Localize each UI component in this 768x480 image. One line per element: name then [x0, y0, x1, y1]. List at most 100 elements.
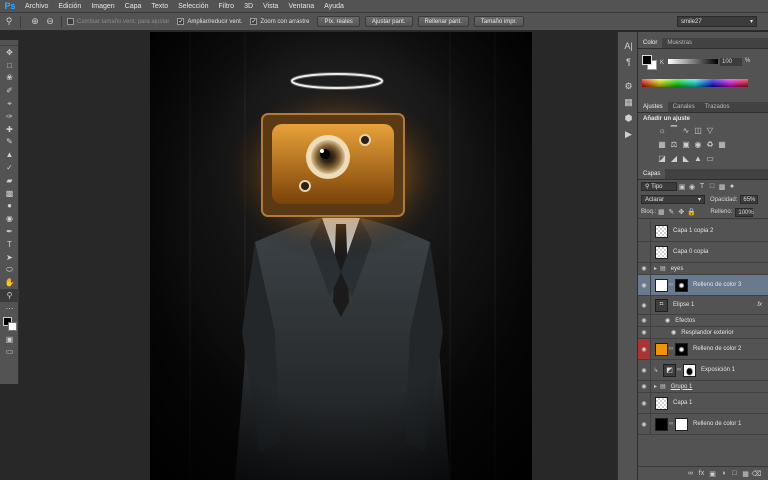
layer-mask-thumbnail[interactable]: [675, 278, 688, 292]
text-tool-icon[interactable]: T: [0, 238, 19, 251]
layer-name[interactable]: Relleno de color 2: [693, 346, 741, 352]
link-icon[interactable]: ∞: [668, 421, 674, 427]
levels-icon[interactable]: ▔: [668, 125, 680, 136]
eye-icon[interactable]: [638, 221, 651, 241]
cube-icon[interactable]: ⬢: [618, 110, 639, 126]
foreground-swatch[interactable]: [642, 55, 652, 65]
healing-brush-tool-icon[interactable]: ✚: [0, 123, 19, 136]
zoom-option-button[interactable]: Ajustar pant.: [364, 16, 413, 27]
menu-item[interactable]: Edición: [53, 0, 86, 13]
eye-icon[interactable]: ◉: [638, 381, 651, 392]
layer-thumbnail[interactable]: ◩: [663, 363, 676, 377]
layer-row[interactable]: ◉ ∞ Relleno de color 3: [638, 275, 768, 296]
eye-icon[interactable]: ◉: [638, 296, 651, 314]
layer-row[interactable]: ◉ ⌗ Elipse 1 fx: [638, 296, 768, 315]
layer-name[interactable]: Relleno de color 1: [693, 421, 741, 427]
zoom-option-button[interactable]: Rellenar pant.: [417, 16, 469, 27]
menu-item[interactable]: 3D: [239, 0, 258, 13]
zoom-tool-icon[interactable]: ⚲: [3, 16, 15, 28]
eraser-tool-icon[interactable]: ▰: [0, 174, 19, 187]
link-icon[interactable]: ∞: [668, 346, 674, 352]
layer-row[interactable]: ◉ ↳ ◩ ∞ Exposición 1: [638, 360, 768, 381]
menu-item[interactable]: Imagen: [86, 0, 119, 13]
eye-icon[interactable]: ◉: [638, 263, 651, 274]
black-white-icon[interactable]: ▣: [680, 139, 692, 150]
layer-name[interactable]: Relleno de color 3: [693, 282, 741, 288]
layer-name[interactable]: Resplandor exterior: [681, 330, 733, 336]
move-tool-icon[interactable]: ✥: [0, 46, 19, 59]
option-checkbox[interactable]: Cambiar tamaño vent. para ajustar: [67, 18, 169, 25]
lasso-tool-icon[interactable]: ❀: [0, 72, 19, 85]
tab-adjustments[interactable]: Ajustes: [638, 102, 668, 112]
tab-paths[interactable]: Trazados: [700, 102, 735, 112]
workspace-select[interactable]: smile27 ▾: [677, 16, 757, 27]
chevron-right-icon[interactable]: ▸: [654, 265, 657, 272]
tab-color[interactable]: Color: [638, 38, 663, 48]
layer-row[interactable]: ◉ ◉ Resplandor exterior: [638, 327, 768, 339]
brightness-icon[interactable]: ☼: [656, 125, 668, 136]
eye-icon[interactable]: ◉: [638, 339, 651, 359]
screen-mode-icon[interactable]: ▭: [0, 346, 19, 359]
color-balance-icon[interactable]: ⚖: [668, 139, 680, 150]
menu-item[interactable]: Archivo: [20, 0, 53, 13]
menu-item[interactable]: Ventana: [283, 0, 319, 13]
lock-image-icon[interactable]: ✎: [666, 208, 676, 216]
layer-row[interactable]: ◉ Capa 1: [638, 393, 768, 414]
paragraph-panel-icon[interactable]: ¶: [618, 54, 639, 70]
pixel-filter-icon[interactable]: ▣: [677, 183, 687, 191]
crop-tool-icon[interactable]: ⌖: [0, 97, 19, 110]
zoom-out-icon[interactable]: ⊖: [44, 16, 56, 28]
quick-mask-icon[interactable]: ▣: [0, 333, 19, 346]
photoshop-logo[interactable]: Ps: [0, 0, 20, 13]
brush-tool-icon[interactable]: ✎: [0, 136, 19, 149]
layer-mask-thumbnail[interactable]: [675, 342, 688, 356]
lock-position-icon[interactable]: ✥: [676, 208, 686, 216]
hand-tool-icon[interactable]: ✋: [0, 276, 19, 289]
layer-name[interactable]: eyes: [671, 266, 684, 272]
layer-thumbnail[interactable]: [655, 396, 668, 410]
channel-mixer-icon[interactable]: ♻: [704, 139, 716, 150]
menu-item[interactable]: Selección: [173, 0, 213, 13]
document-canvas[interactable]: [150, 32, 532, 480]
blend-mode-select[interactable]: Aclarar ▾: [641, 195, 705, 204]
menu-item[interactable]: Texto: [146, 0, 173, 13]
layer-name[interactable]: Capa 0 copia: [673, 249, 708, 255]
eye-icon[interactable]: [638, 242, 651, 262]
option-checkbox[interactable]: ✓ Zoom con arrastre: [250, 18, 309, 25]
layer-row[interactable]: ◉ ∞ Relleno de color 2: [638, 339, 768, 360]
3d-panel-icon[interactable]: ▦: [618, 94, 639, 110]
eye-icon[interactable]: ◉: [638, 275, 651, 295]
gradient-map-icon[interactable]: ▭: [704, 153, 716, 164]
zoom-option-button[interactable]: Tamaño impr.: [473, 16, 524, 27]
history-brush-tool-icon[interactable]: ✓: [0, 161, 19, 174]
layer-row[interactable]: ◉ ◉ Efectos: [638, 315, 768, 327]
layer-thumbnail[interactable]: [655, 342, 668, 356]
layer-mask-thumbnail[interactable]: [683, 363, 696, 377]
selective-color-icon[interactable]: ▲: [692, 153, 704, 164]
color-spectrum[interactable]: [642, 79, 748, 87]
menu-item[interactable]: Ayuda: [319, 0, 349, 13]
color-lookup-icon[interactable]: ▦: [716, 139, 728, 150]
marquee-tool-icon[interactable]: □: [0, 59, 19, 72]
properties-panel-icon[interactable]: ⚙: [618, 78, 639, 94]
quick-select-tool-icon[interactable]: ✐: [0, 84, 19, 97]
layer-name[interactable]: Capa 1: [673, 400, 692, 406]
tab-channels[interactable]: Canales: [668, 102, 700, 112]
opacity-field[interactable]: 65%: [740, 195, 759, 204]
layer-row[interactable]: ◉ ∞ Relleno de color 1: [638, 414, 768, 435]
clone-stamp-tool-icon[interactable]: ▲: [0, 148, 19, 161]
k-slider[interactable]: [668, 59, 718, 64]
zoom-option-button[interactable]: Píx. reales: [317, 16, 360, 27]
option-checkbox[interactable]: ✓ Ampliar/reducir vent.: [177, 18, 242, 25]
gradient-tool-icon[interactable]: ▩: [0, 187, 19, 200]
add-mask-icon[interactable]: ▣: [707, 470, 718, 478]
eye-icon[interactable]: ◉: [638, 327, 651, 338]
layer-row[interactable]: ◉ ▸ ▤ eyes: [638, 263, 768, 275]
new-layer-icon[interactable]: ▦: [740, 470, 751, 478]
link-layers-icon[interactable]: ∞: [685, 470, 696, 477]
lock-transparent-icon[interactable]: ▦: [656, 208, 666, 216]
eye-icon[interactable]: ◉: [638, 414, 651, 434]
invert-icon[interactable]: ◪: [656, 153, 668, 164]
lock-all-icon[interactable]: 🔒: [686, 208, 696, 216]
layer-thumbnail[interactable]: ⌗: [655, 298, 668, 312]
